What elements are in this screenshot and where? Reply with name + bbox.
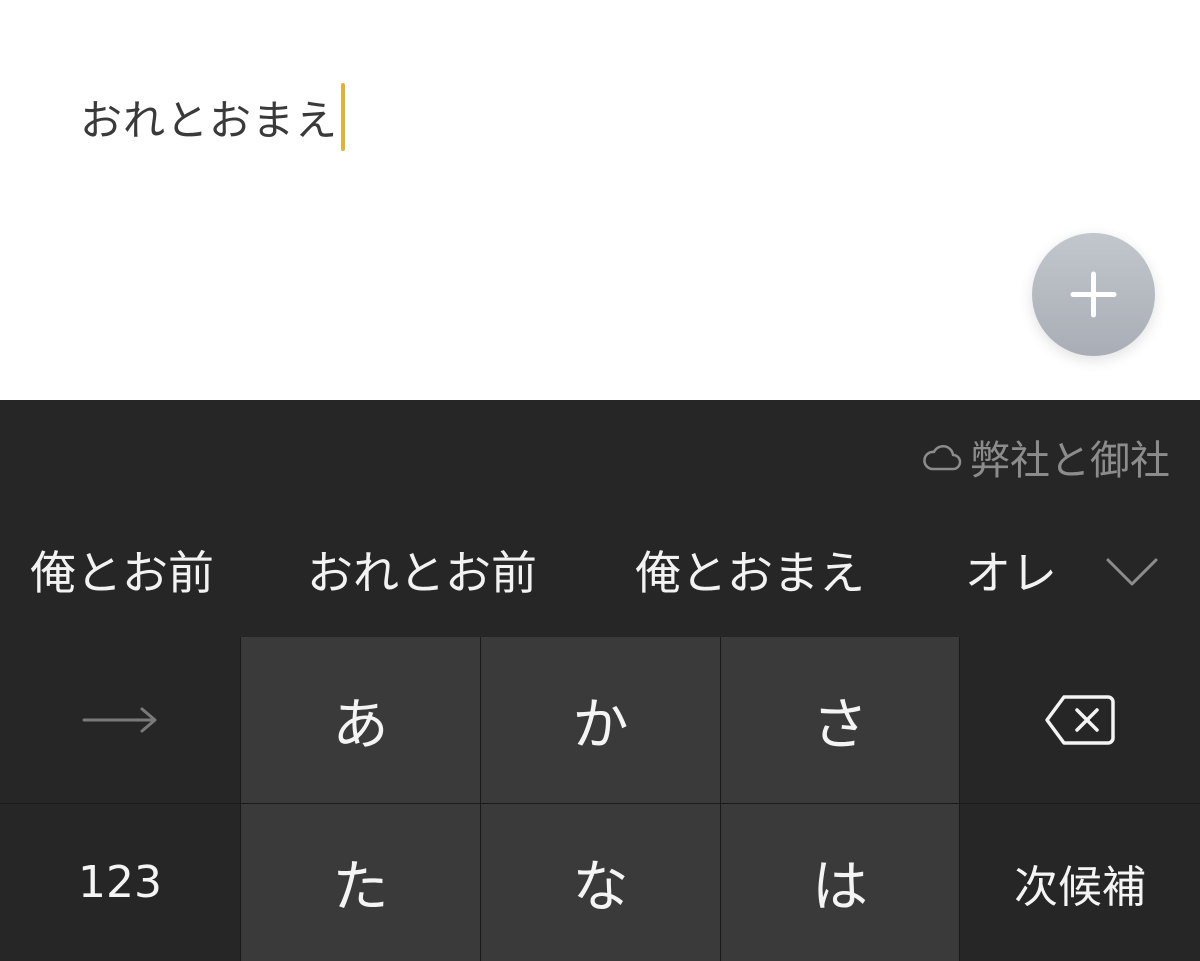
candidate-bar: 俺とお前 おれとお前 俺とおまえ オレ [0, 530, 1200, 616]
candidate-1[interactable]: 俺とお前 [30, 530, 214, 616]
arrow-right-icon [82, 707, 157, 733]
key-divider [480, 637, 481, 961]
candidate-4[interactable]: オレ [965, 530, 1057, 616]
add-button[interactable] [1032, 233, 1155, 356]
editor-text: おれとおまえ [80, 95, 339, 145]
key-sa[interactable]: さ [721, 637, 959, 803]
note-editor[interactable]: おれとおまえ [0, 0, 1200, 400]
arrow-key[interactable] [0, 637, 240, 803]
candidate-3[interactable]: 俺とおまえ [635, 530, 865, 616]
key-na[interactable]: な [481, 804, 720, 961]
numbers-key[interactable]: 123 [0, 804, 240, 961]
cloud-suggestion-text: 弊社と御社 [970, 438, 1170, 484]
key-divider [240, 637, 241, 961]
backspace-icon [1045, 695, 1115, 745]
keyboard: 弊社と御社 俺とお前 おれとお前 俺とおまえ オレ あ か さ 123 た な … [0, 400, 1200, 961]
candidate-2[interactable]: おれとお前 [307, 530, 537, 616]
row-divider [0, 803, 1200, 804]
key-ha[interactable]: は [721, 804, 959, 961]
key-grid: あ か さ 123 た な は 次候補 [0, 637, 1200, 961]
chevron-down-icon [1106, 558, 1158, 586]
key-divider [959, 637, 960, 961]
editor-text-line[interactable]: おれとおまえ [80, 83, 346, 151]
key-ka[interactable]: か [481, 637, 720, 803]
cloud-icon [923, 445, 962, 471]
cloud-suggestion[interactable]: 弊社と御社 [922, 428, 1170, 486]
text-caret [341, 83, 346, 151]
backspace-key[interactable] [960, 637, 1200, 803]
expand-candidates-button[interactable] [1100, 546, 1164, 596]
next-candidate-key[interactable]: 次候補 [960, 804, 1200, 961]
plus-icon [1070, 271, 1117, 318]
key-divider [720, 637, 721, 961]
key-a[interactable]: あ [241, 637, 480, 803]
key-ta[interactable]: た [241, 804, 480, 961]
